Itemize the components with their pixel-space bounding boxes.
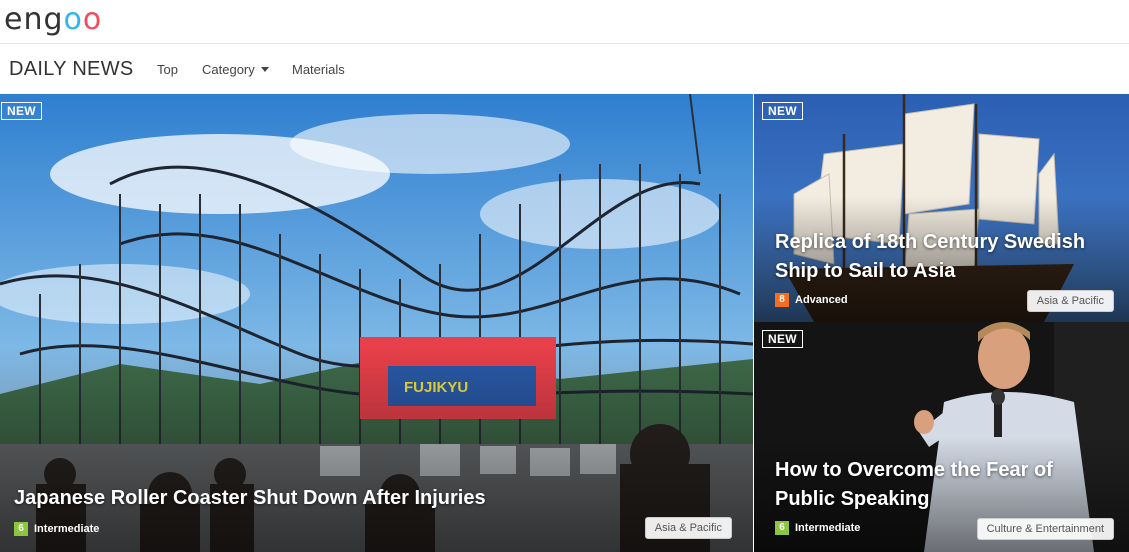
- level-indicator: 8 Advanced: [775, 293, 848, 307]
- level-indicator: 6 Intermediate: [14, 522, 99, 536]
- nav-item-top[interactable]: Top: [157, 62, 178, 77]
- article-card-ship[interactable]: NEW Replica of 18th Century Swedish Ship…: [754, 94, 1129, 322]
- level-label: Advanced: [795, 294, 848, 306]
- logo-text-prefix: eng: [4, 2, 64, 37]
- logo-o-red: o: [82, 2, 103, 37]
- article-title[interactable]: Replica of 18th Century Swedish Ship to …: [775, 228, 1115, 286]
- article-title[interactable]: How to Overcome the Fear of Public Speak…: [775, 456, 1085, 514]
- article-card-public-speaking[interactable]: NEW How to Overcome the Fear of Public S…: [754, 322, 1129, 552]
- article-card-roller-coaster[interactable]: FUJIKYU NEW Japanese Roller Coaster Shut…: [0, 94, 753, 552]
- nav-bar: DAILY NEWS Top Category Materials: [0, 45, 1129, 94]
- level-number: 6: [14, 522, 28, 536]
- new-badge: NEW: [1, 102, 42, 120]
- tall-ship-image: [754, 94, 1129, 322]
- new-badge: NEW: [762, 330, 803, 348]
- logo-o-blue: o: [63, 2, 83, 37]
- level-number: 6: [775, 521, 789, 535]
- new-badge: NEW: [762, 102, 803, 120]
- nav-item-category-label: Category: [202, 62, 255, 77]
- level-label: Intermediate: [34, 523, 100, 535]
- article-title[interactable]: Japanese Roller Coaster Shut Down After …: [14, 484, 714, 513]
- category-tag[interactable]: Asia & Pacific: [1026, 290, 1114, 312]
- page-title[interactable]: DAILY NEWS: [9, 58, 134, 81]
- nav-item-materials[interactable]: Materials: [292, 62, 345, 77]
- category-tag[interactable]: Asia & Pacific: [644, 517, 732, 539]
- level-number: 8: [775, 293, 789, 307]
- level-indicator: 6 Intermediate: [775, 521, 860, 535]
- level-label: Intermediate: [795, 522, 861, 534]
- category-tag[interactable]: Culture & Entertainment: [976, 518, 1114, 540]
- nav-item-category[interactable]: Category: [202, 62, 269, 77]
- engoo-logo[interactable]: engoo: [4, 3, 102, 37]
- top-header: engoo: [0, 0, 1129, 44]
- chevron-down-icon: [260, 67, 269, 72]
